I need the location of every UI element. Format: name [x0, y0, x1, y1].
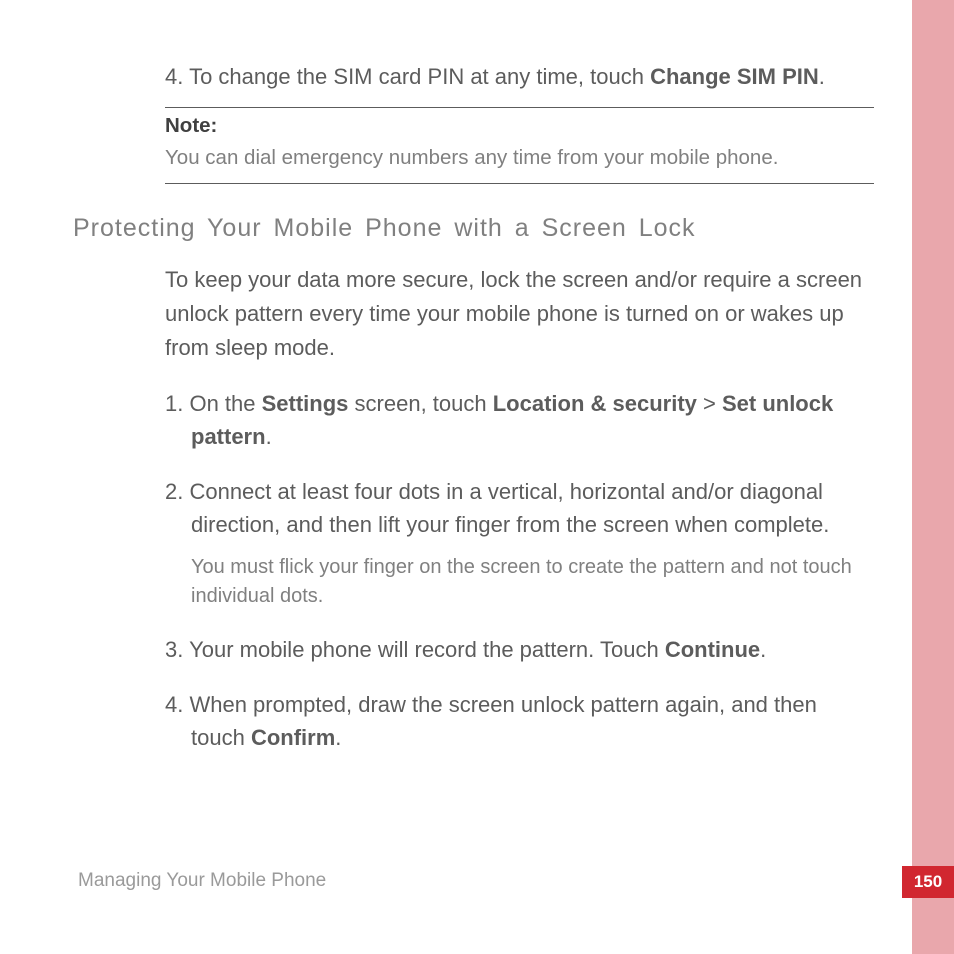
section-intro: To keep your data more secure, lock the … — [165, 263, 874, 365]
section-heading: Protecting Your Mobile Phone with a Scre… — [73, 214, 874, 243]
page-number-tab: 150 — [902, 866, 954, 898]
step-1: 1. On the Settings screen, touch Locatio… — [165, 387, 874, 453]
thumb-index-band — [912, 0, 954, 954]
prior-step-4: 4. To change the SIM card PIN at any tim… — [191, 60, 874, 93]
step-2-subnote: You must flick your finger on the screen… — [191, 553, 874, 611]
note-text: You can dial emergency numbers any time … — [165, 144, 874, 173]
content-area: 4. To change the SIM card PIN at any tim… — [0, 60, 954, 754]
document-page: 150 4. To change the SIM card PIN at any… — [0, 0, 954, 954]
step-2: 2. Connect at least four dots in a verti… — [165, 475, 874, 611]
step-4: 4. When prompted, draw the screen unlock… — [165, 688, 874, 754]
note-label: Note: — [165, 114, 874, 138]
footer-text: Managing Your Mobile Phone — [78, 870, 326, 892]
note-box: Note: You can dial emergency numbers any… — [165, 107, 874, 184]
step-3: 3. Your mobile phone will record the pat… — [165, 633, 874, 666]
page-number: 150 — [914, 872, 942, 892]
